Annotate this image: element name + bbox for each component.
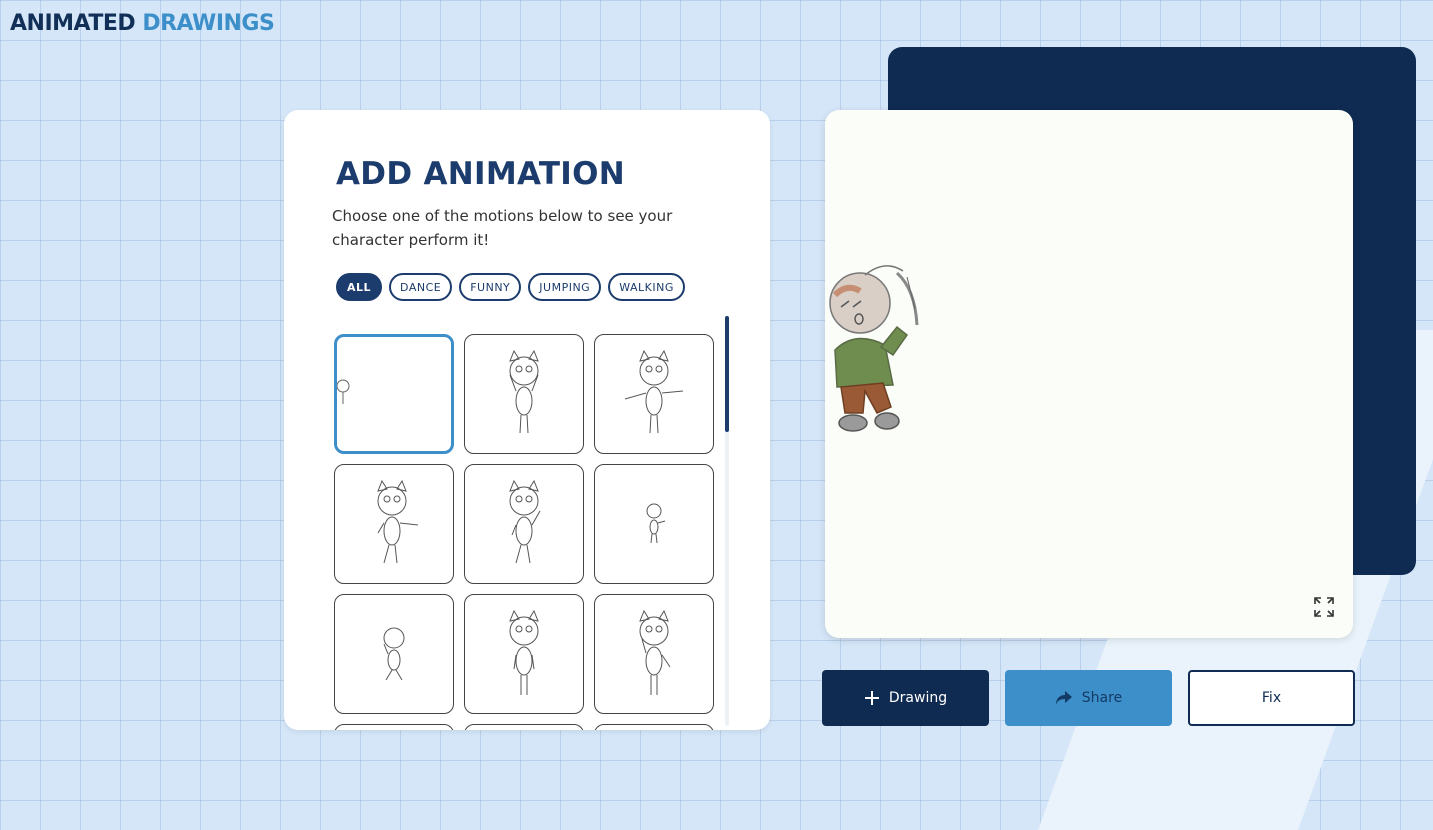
grid-scrollbar-thumb[interactable] xyxy=(725,316,729,432)
fix-label: Fix xyxy=(1261,690,1282,706)
filter-chip-all[interactable]: ALL xyxy=(336,273,383,301)
share-button[interactable]: Share xyxy=(1005,670,1172,726)
app-logo[interactable]: ANIMATED DRAWINGS xyxy=(10,11,275,36)
cat-figure-icon xyxy=(509,349,539,434)
logo-text-animated: ANIMATED xyxy=(10,11,136,36)
cat-figure-icon xyxy=(509,479,541,564)
cat-figure-icon xyxy=(509,609,539,695)
cat-figure-icon xyxy=(624,349,684,434)
filter-chip-dance[interactable]: DANCE xyxy=(389,273,453,301)
motion-grid xyxy=(334,334,714,730)
motion-tile[interactable] xyxy=(334,464,454,584)
motion-tile[interactable] xyxy=(334,724,454,730)
share-arrow-icon xyxy=(1055,691,1072,705)
motion-filter-chips: ALL DANCE FUNNY JUMPING WALKING xyxy=(336,273,685,301)
add-drawing-label: Drawing xyxy=(888,690,948,706)
logo-text-drawings: DRAWINGS xyxy=(142,11,275,36)
motion-tile[interactable] xyxy=(594,724,714,730)
motion-tile[interactable] xyxy=(594,464,714,584)
motion-tile[interactable] xyxy=(594,594,714,714)
filter-chip-jumping[interactable]: JUMPING xyxy=(528,273,602,301)
expand-icon[interactable] xyxy=(1313,596,1335,618)
motion-tile[interactable] xyxy=(464,464,584,584)
motion-tile[interactable] xyxy=(464,334,584,454)
filter-chip-funny[interactable]: FUNNY xyxy=(459,273,522,301)
fix-button[interactable]: Fix xyxy=(1188,670,1355,726)
plus-icon xyxy=(864,691,879,705)
add-animation-panel: ADD ANIMATION Choose one of the motions … xyxy=(284,110,770,730)
filter-chip-walking[interactable]: WALKING xyxy=(608,273,685,301)
add-drawing-button[interactable]: Drawing xyxy=(822,670,989,726)
panel-description: Choose one of the motions below to see y… xyxy=(332,207,673,249)
motion-tile[interactable] xyxy=(334,594,454,714)
character-drawing xyxy=(829,265,919,432)
cat-figure-icon xyxy=(337,379,350,404)
motion-tile[interactable] xyxy=(464,724,584,730)
motion-tile[interactable] xyxy=(334,334,454,454)
motion-tile[interactable] xyxy=(594,334,714,454)
cat-figure-icon xyxy=(639,609,671,695)
animation-preview-stage xyxy=(825,110,1353,638)
cat-figure-icon xyxy=(377,479,419,564)
cat-figure-icon xyxy=(383,627,405,681)
share-label: Share xyxy=(1081,690,1123,706)
panel-title: ADD ANIMATION xyxy=(336,156,626,192)
cat-figure-icon xyxy=(646,503,666,544)
motion-tile[interactable] xyxy=(464,594,584,714)
